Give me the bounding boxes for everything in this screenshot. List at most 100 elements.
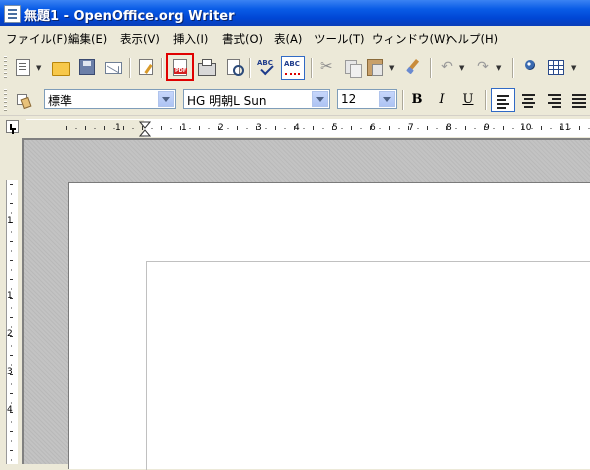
ruler-tick [512,128,514,129]
vruler-tick [10,450,13,451]
undo-dropdown-arrow[interactable]: ▼ [459,64,464,72]
vruler-label: 2 [7,329,13,339]
paste-dropdown-arrow[interactable]: ▼ [389,64,394,72]
navigator-button[interactable] [519,56,541,78]
undo-button[interactable]: ↶ [436,56,458,78]
vruler-tick [10,184,13,185]
ruler-ticks [66,126,590,130]
font-name-select[interactable]: HG 明朝L Sun [183,89,330,109]
menu-file[interactable]: ファイル(F) [6,31,68,47]
table-button[interactable] [545,56,567,78]
menu-help[interactable]: ヘルプ(H) [446,31,498,47]
underline-button[interactable]: U [457,89,479,111]
bold-button[interactable]: B [406,89,428,111]
ruler-tick [398,128,400,129]
ruler-tick [313,126,314,130]
tab-stop-selector[interactable] [6,120,19,133]
export-pdf-button[interactable] [166,53,194,81]
menu-edit[interactable]: 編集(E) [68,31,107,47]
redo-button[interactable]: ↷ [472,56,494,78]
ruler-tick [180,126,181,130]
title-bar[interactable]: 無題1 - OpenOffice.org Writer [0,0,590,26]
styles-formatting-button[interactable] [12,89,34,111]
toolbar-separator [311,58,312,78]
ruler-tick [474,128,476,129]
ruler-tick [465,126,466,130]
ruler-tick [170,128,172,129]
page-preview-button[interactable] [222,56,244,78]
ruler-tick [569,128,571,129]
ruler-tick [560,126,561,130]
paste-icon [367,58,383,76]
copy-button[interactable] [340,56,362,78]
spellcheck-button[interactable]: ABC [255,56,277,78]
ruler-tick [493,128,495,129]
vruler-label: 1 [7,291,13,301]
font-size-select[interactable]: 12 [337,89,397,109]
vruler-tick [11,269,12,271]
vruler-tick [11,326,12,328]
italic-button[interactable]: I [431,89,453,111]
ruler-tick [322,128,324,129]
menu-table[interactable]: 表(A) [274,31,302,47]
autospellcheck-toggle[interactable]: ABC [281,56,305,80]
document-page[interactable] [68,182,590,470]
ruler-tick [332,126,333,130]
align-right-button[interactable] [544,89,566,111]
new-document-button[interactable] [12,56,34,78]
ruler-tick [85,126,86,130]
email-icon [104,62,122,74]
menu-insert[interactable]: 挿入(I) [173,31,208,47]
ruler-tick [360,128,362,129]
save-button[interactable] [76,56,98,78]
ruler-tick [132,128,134,129]
vruler-tick [11,212,12,214]
vertical-ruler[interactable]: 1 1 2 3 4 [0,138,22,464]
font-size-value: 12 [341,92,357,106]
print-button[interactable] [196,56,218,78]
chevron-down-icon[interactable] [158,91,174,107]
vruler-tick [11,231,12,233]
horizontal-ruler[interactable]: 1 1 2 3 4 5 6 7 8 9 10 11 [26,119,590,137]
ruler-tick [208,128,210,129]
ruler-tick [189,128,191,129]
text-boundary[interactable] [146,261,590,470]
page-preview-icon [226,59,244,76]
copy-icon [345,60,362,78]
ruler-tick [113,128,115,129]
ruler-tick [522,126,523,130]
ruler-tick [484,126,485,130]
document-workspace[interactable] [22,138,590,470]
menu-format[interactable]: 書式(O) [222,31,263,47]
email-button[interactable] [102,56,124,78]
menu-window[interactable]: ウィンドウ(W) [372,31,450,47]
vertical-ruler-ticks [10,184,13,461]
clone-formatting-button[interactable] [402,56,424,78]
paste-button[interactable] [364,56,386,78]
menu-view[interactable]: 表示(V) [120,31,160,47]
chevron-down-icon[interactable] [379,91,395,107]
ruler-tick [227,128,229,129]
table-dropdown-arrow[interactable]: ▼ [571,64,576,72]
chevron-down-icon[interactable] [312,91,328,107]
new-document-icon [16,58,30,76]
new-dropdown-arrow[interactable]: ▼ [36,64,41,72]
vruler-tick [11,459,12,461]
redo-dropdown-arrow[interactable]: ▼ [496,64,501,72]
open-button[interactable] [50,56,72,78]
vruler-tick [10,317,13,318]
paragraph-style-select[interactable]: 標準 [44,89,176,109]
toolbar-grip[interactable] [4,56,7,78]
writer-app-icon[interactable] [4,5,21,23]
ruler-tick [436,128,438,129]
vruler-tick [11,307,12,309]
align-left-button[interactable] [491,88,515,112]
menu-tools[interactable]: ツール(T) [314,31,365,47]
align-center-button[interactable] [518,89,540,111]
justify-button[interactable] [568,89,590,111]
ruler-tick [275,126,276,130]
cut-button[interactable] [316,56,338,78]
toolbar-grip[interactable] [4,89,7,111]
ruler-tick [75,128,77,129]
edit-file-button[interactable] [135,56,157,78]
